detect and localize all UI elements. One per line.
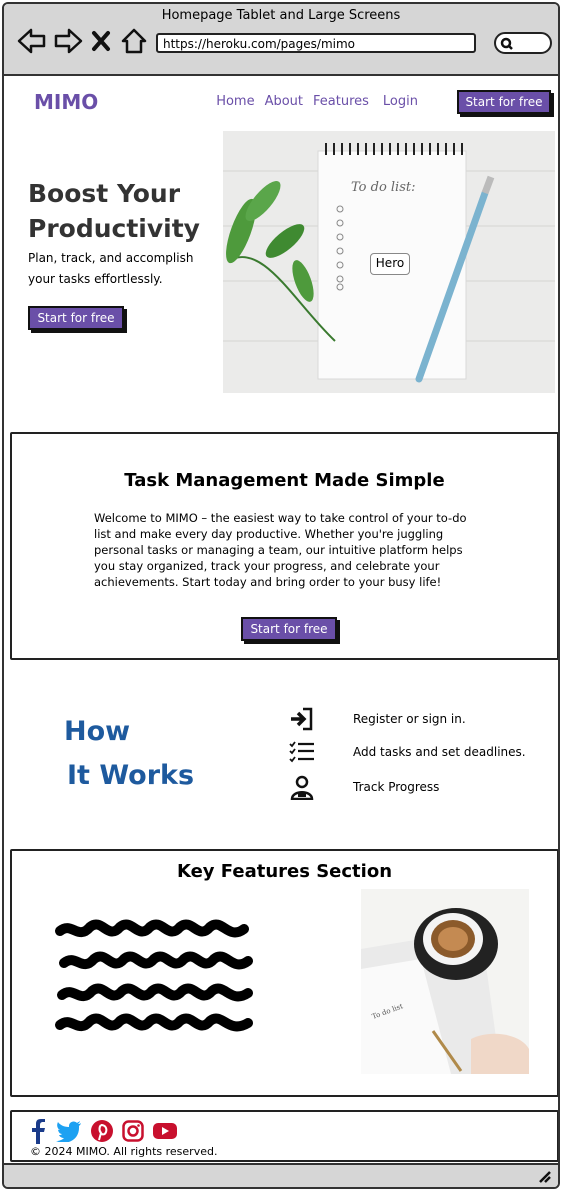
- hero-image-label: Hero: [370, 253, 410, 275]
- twitter-icon[interactable]: [56, 1120, 82, 1142]
- instagram-icon[interactable]: [122, 1120, 144, 1142]
- user-progress-icon: [290, 775, 314, 800]
- home-icon[interactable]: [118, 26, 150, 56]
- hero-start-button[interactable]: Start for free: [28, 306, 124, 330]
- step-item: Add tasks and set deadlines.: [289, 739, 526, 765]
- step-label: Add tasks and set deadlines.: [353, 745, 526, 759]
- hero-subtitle: Plan, track, and accomplish your tasks e…: [28, 251, 194, 286]
- forward-icon[interactable]: [52, 26, 84, 56]
- step-item: Track Progress: [289, 774, 439, 800]
- how-title-line2: It Works: [67, 760, 195, 791]
- task-management-body: Welcome to MIMO – the easiest way to tak…: [94, 511, 467, 589]
- hero-title-line1: Boost Your: [28, 179, 181, 208]
- resize-grip-icon[interactable]: [536, 1169, 552, 1183]
- features-image: To do list: [361, 889, 529, 1074]
- nav-home[interactable]: Home: [216, 94, 254, 109]
- note-text: To do list:: [351, 180, 416, 195]
- step-item: Register or sign in.: [289, 706, 466, 732]
- task-list-icon: [289, 741, 314, 763]
- social-links: [28, 1118, 178, 1144]
- placeholder-scribble: [55, 919, 253, 1032]
- task-management-section: Task Management Made Simple Welcome to M…: [10, 432, 558, 660]
- facebook-icon[interactable]: [28, 1118, 48, 1144]
- browser-search-field[interactable]: [494, 32, 552, 54]
- footer: © 2024 MIMO. All rights reserved.: [10, 1110, 558, 1162]
- site-logo[interactable]: MIMO: [34, 90, 98, 114]
- pinterest-icon[interactable]: [90, 1119, 114, 1143]
- youtube-icon[interactable]: [152, 1121, 178, 1141]
- browser-toolbar: Homepage Tablet and Large Screens https:…: [4, 4, 558, 76]
- address-bar[interactable]: https://heroku.com/pages/mimo: [156, 33, 476, 53]
- nav-features[interactable]: Features: [313, 94, 369, 109]
- how-title-line1: How: [64, 716, 131, 747]
- copyright-text: © 2024 MIMO. All rights reserved.: [30, 1145, 218, 1158]
- how-it-works-title: How It Works: [64, 710, 194, 798]
- nav-login[interactable]: Login: [383, 94, 418, 109]
- section-start-button[interactable]: Start for free: [241, 617, 337, 641]
- back-icon[interactable]: [16, 26, 48, 56]
- browser-statusbar: [4, 1163, 558, 1187]
- hero-title-line2: Productivity: [28, 214, 200, 243]
- sign-in-icon: [291, 707, 313, 731]
- window-title: Homepage Tablet and Large Screens: [161, 8, 401, 23]
- task-management-title: Task Management Made Simple: [124, 470, 445, 491]
- search-icon: [500, 37, 513, 50]
- browser-window: Homepage Tablet and Large Screens https:…: [2, 2, 560, 1189]
- step-label: Register or sign in.: [353, 712, 466, 726]
- step-label: Track Progress: [353, 780, 440, 794]
- nav-about[interactable]: About: [265, 94, 303, 109]
- key-features-section: Key Features Section To do list: [10, 849, 558, 1097]
- key-features-title: Key Features Section: [176, 861, 393, 882]
- close-icon[interactable]: [88, 26, 114, 56]
- header-start-button[interactable]: Start for free: [457, 90, 551, 114]
- hero-title: Boost Your Productivity: [28, 176, 218, 246]
